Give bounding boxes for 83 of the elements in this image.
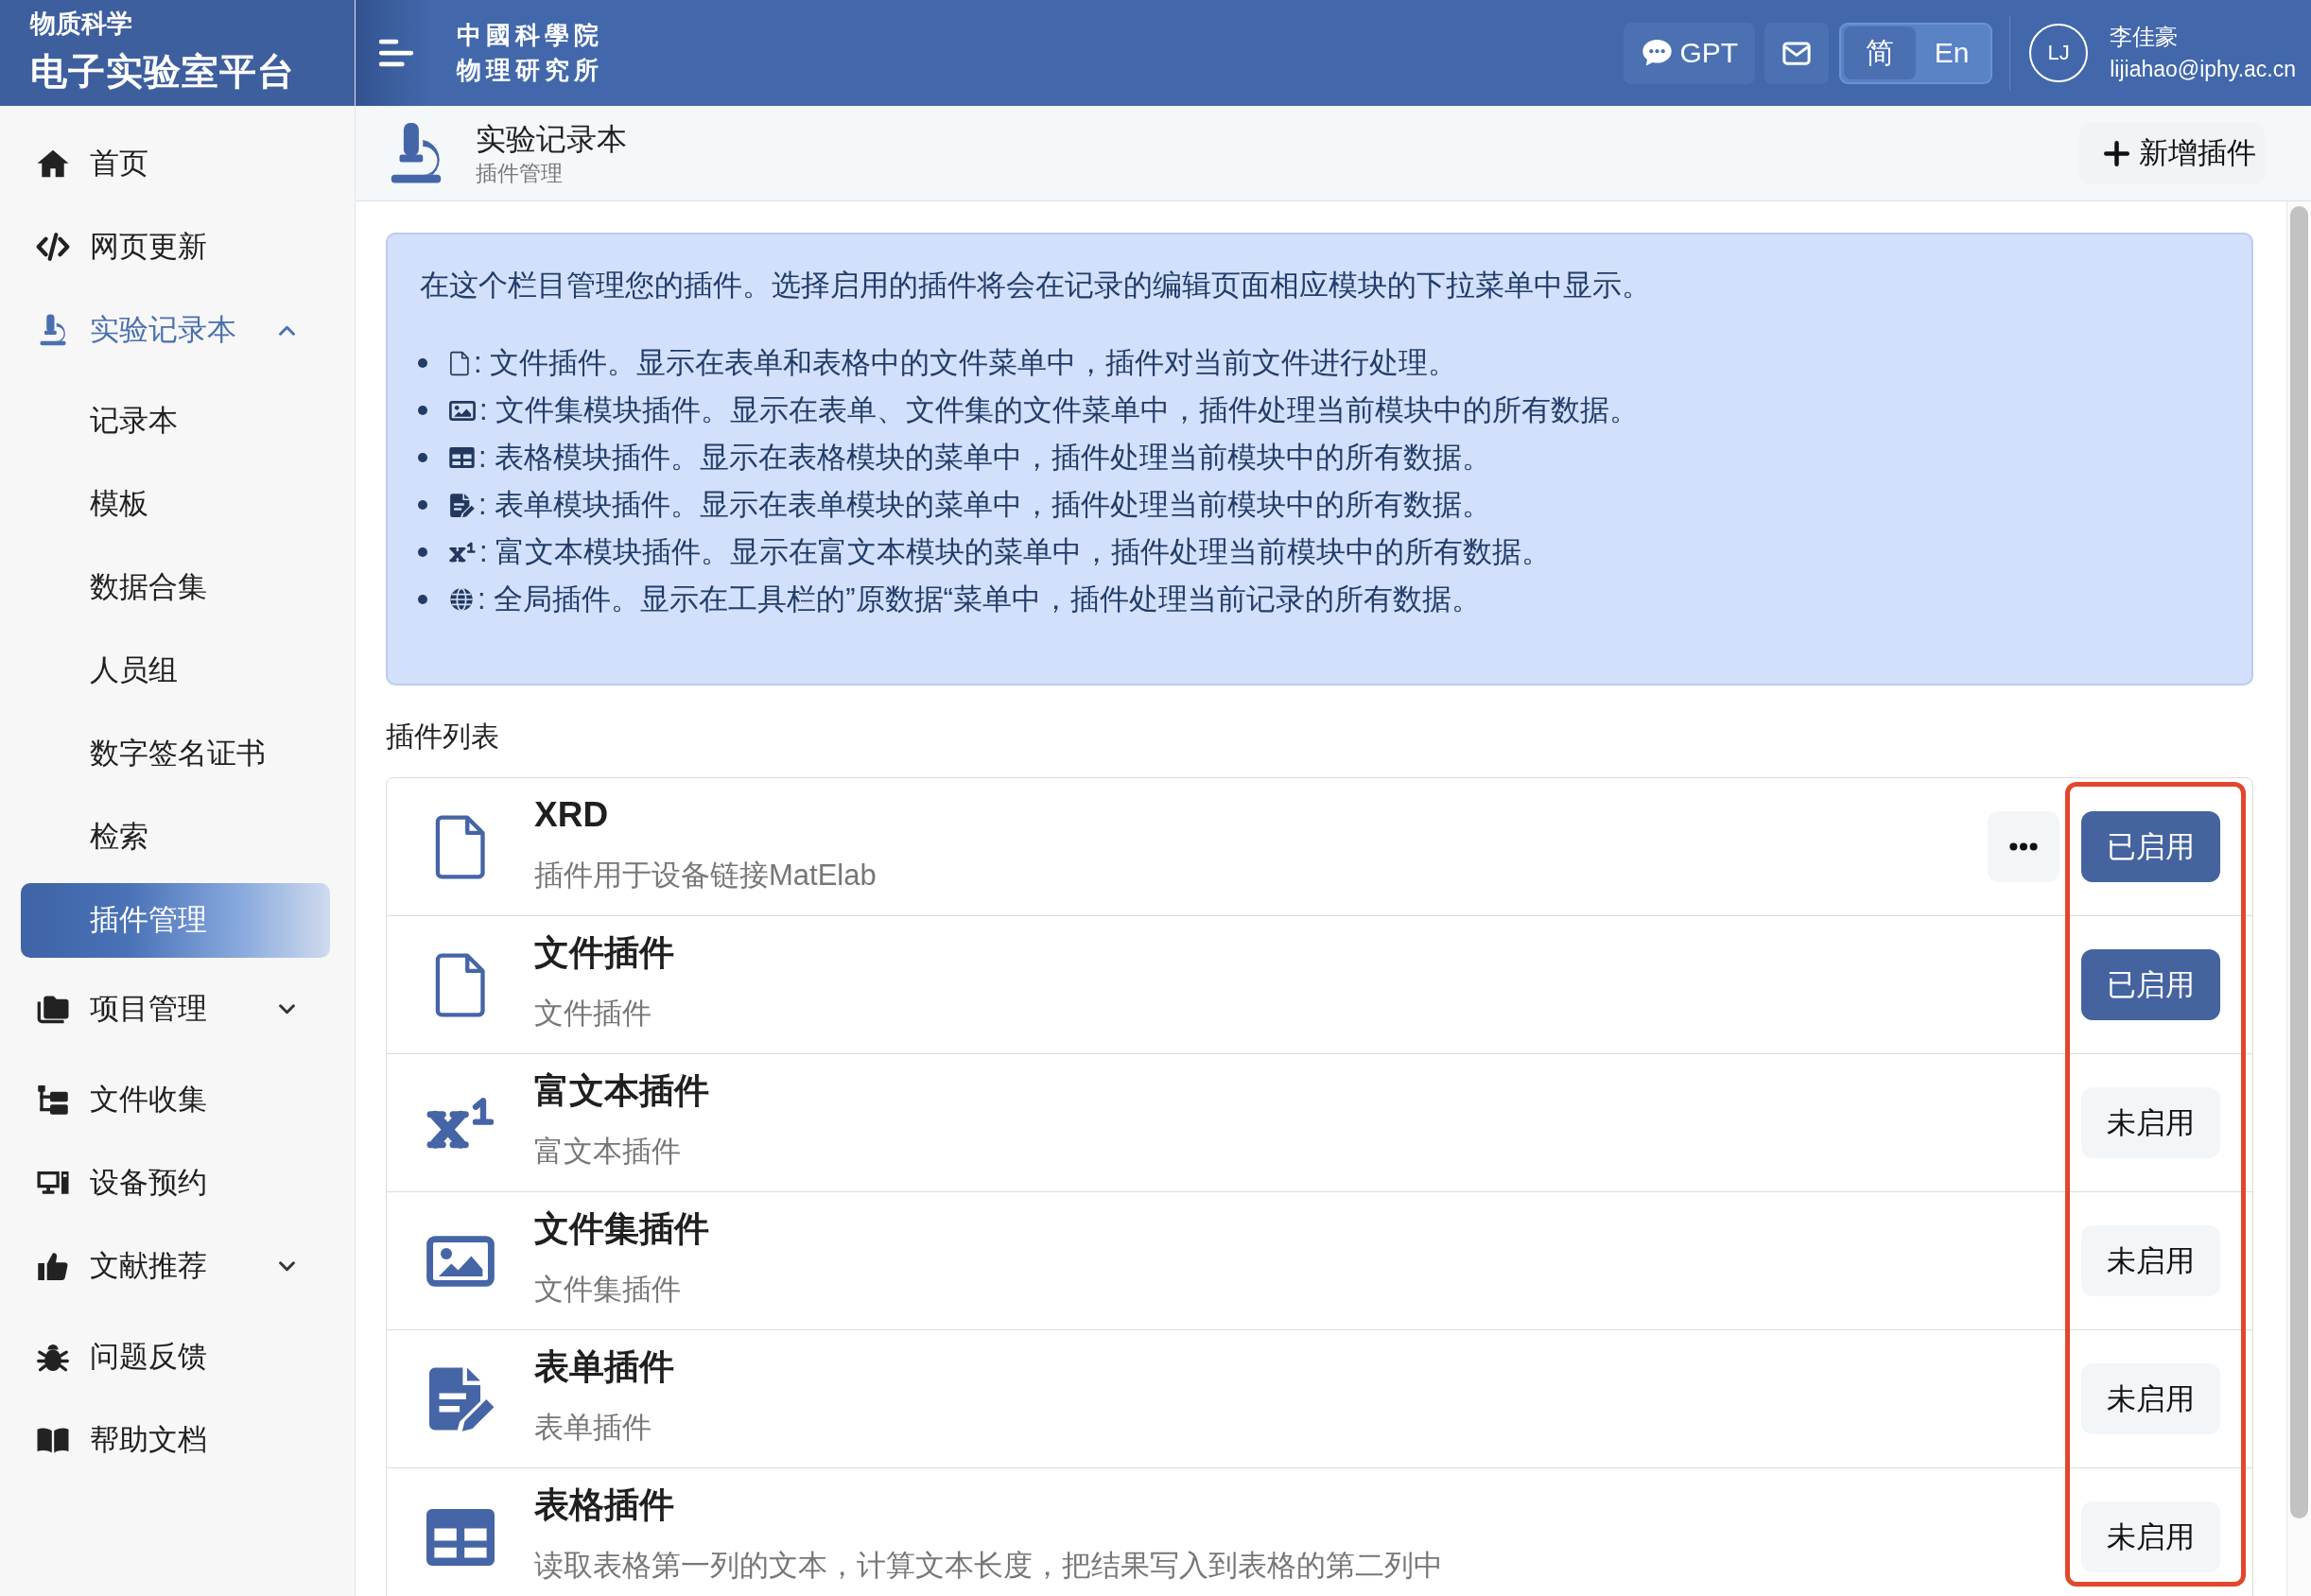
menu-icon xyxy=(378,38,414,68)
menu-button[interactable] xyxy=(378,38,414,68)
sitemap-icon xyxy=(36,1083,70,1117)
nav-item[interactable]: 数据合集 xyxy=(0,546,207,629)
status-button[interactable]: 未启用 xyxy=(2081,1363,2220,1434)
gpt-button[interactable]: GPT xyxy=(1623,22,1756,84)
nav-item[interactable]: 记录本 xyxy=(0,379,178,462)
user-email: lijiahao@iphy.ac.cn xyxy=(2110,56,2296,83)
user-avatar[interactable]: LJ xyxy=(2029,24,2089,82)
document-pen-icon xyxy=(449,492,475,518)
nav-item[interactable]: 插件管理 xyxy=(21,882,330,958)
bullet-icon xyxy=(418,358,427,368)
image-icon xyxy=(426,1235,495,1287)
info-item-text: : 表单模块插件。显示在表单模块的菜单中，插件处理当前模块中的所有数据。 xyxy=(478,487,1492,523)
bullet-icon xyxy=(418,595,427,604)
info-intro: 在这个栏目管理您的插件。选择启用的插件将会在记录的编辑页面相应模块的下拉菜单中显示。 xyxy=(419,268,1652,304)
status-button[interactable]: 未启用 xyxy=(2081,1501,2220,1572)
nav-item[interactable]: 文献推荐 xyxy=(0,1224,355,1308)
info-item-text: : 全局插件。显示在工具栏的”原数据“菜单中，插件处理当前记录的所有数据。 xyxy=(478,581,1481,617)
logo-text: 物理研究所 xyxy=(457,56,603,86)
nav-item[interactable]: 网页更新 xyxy=(0,205,207,288)
list-title: 插件列表 xyxy=(386,720,500,754)
page-subtitle: 插件管理 xyxy=(476,160,564,187)
more-icon xyxy=(2009,842,2038,851)
plus-icon xyxy=(2104,140,2129,166)
nav-item[interactable]: 文件收集 xyxy=(0,1058,207,1141)
user-name: 李佳豪 xyxy=(2110,23,2180,51)
status-button[interactable]: 未启用 xyxy=(2081,1225,2220,1296)
info-item-text: : 文件插件。显示在表单和表格中的文件菜单中，插件对当前文件进行处理。 xyxy=(474,345,1458,381)
nav-item[interactable]: 问题反馈 xyxy=(0,1315,207,1398)
envelope-icon xyxy=(1782,41,1812,65)
info-item-text: : 表格模块插件。显示在表格模块的菜单中，插件处理当前模块中的所有数据。 xyxy=(478,440,1492,476)
plugin-name: 文件插件 xyxy=(534,932,675,974)
nav-item[interactable]: 设备预约 xyxy=(0,1141,207,1224)
mail-button[interactable] xyxy=(1764,22,1830,84)
info-item-text: : 富文本模块插件。显示在富文本模块的菜单中，插件处理当前模块中的所有数据。 xyxy=(479,534,1552,570)
status-button[interactable]: 未启用 xyxy=(2081,1087,2220,1158)
more-button[interactable] xyxy=(1988,811,2059,882)
table-icon xyxy=(449,447,475,468)
plugin-description: 插件用于设备链接MatElab xyxy=(534,858,877,893)
nav-item[interactable]: 项目管理 xyxy=(0,967,355,1050)
bullet-icon xyxy=(418,547,427,557)
plugin-description: 表单插件 xyxy=(534,1410,652,1446)
status-button[interactable]: 已启用 xyxy=(2081,811,2220,882)
plugin-name: 表格插件 xyxy=(534,1484,675,1526)
brand-subtitle: 物质科学 xyxy=(30,9,133,40)
plugin-description: 文件插件 xyxy=(534,996,652,1032)
bullet-icon xyxy=(418,406,427,415)
file-icon xyxy=(449,350,470,376)
file-icon xyxy=(433,813,488,880)
nav-item[interactable]: 首页 xyxy=(0,122,148,205)
bullet-icon xyxy=(418,453,427,462)
table-icon xyxy=(426,1508,495,1566)
nav-item[interactable]: 帮助文档 xyxy=(0,1398,207,1482)
language-option[interactable]: 简 xyxy=(1844,26,1917,79)
scrollbar-thumb[interactable] xyxy=(2290,206,2308,1518)
plugin-description: 文件集插件 xyxy=(534,1272,682,1308)
plugin-description: 富文本插件 xyxy=(534,1134,682,1170)
nav-item[interactable]: 实验记录本 xyxy=(0,288,355,372)
page-title: 实验记录本 xyxy=(476,121,627,158)
plugin-name: 表单插件 xyxy=(534,1346,675,1388)
plugin-description: 读取表格第一列的文本，计算文本长度，把结果写入到表格的第二列中 xyxy=(534,1548,1444,1584)
image-icon xyxy=(449,400,476,421)
nav-item[interactable]: 检索 xyxy=(0,795,148,878)
plugin-name: XRD xyxy=(534,794,610,836)
globe-icon xyxy=(449,587,474,612)
file-icon xyxy=(433,951,488,1018)
logo-text: 中國科學院 xyxy=(457,21,603,51)
code-icon xyxy=(36,230,70,264)
plugin-name: 富文本插件 xyxy=(534,1070,710,1112)
chat-bubble-icon xyxy=(1642,39,1672,67)
bullet-icon xyxy=(418,500,427,510)
superscript-icon xyxy=(426,1096,495,1150)
language-option[interactable]: En xyxy=(1916,26,1989,79)
superscript-icon xyxy=(449,542,476,563)
status-button[interactable]: 已启用 xyxy=(2081,949,2220,1020)
plugin-name: 文件集插件 xyxy=(534,1208,710,1250)
nav-item[interactable]: 人员组 xyxy=(0,629,178,712)
nav-item[interactable]: 数字签名证书 xyxy=(0,712,266,795)
nav-item[interactable]: 模板 xyxy=(0,462,148,546)
brand-title: 电子实验室平台 xyxy=(30,50,296,94)
add-plugin-button[interactable]: 新增插件 xyxy=(2079,122,2265,184)
info-item-text: : 文件集模块插件。显示在表单、文件集的文件菜单中，插件处理当前模块中的所有数据。 xyxy=(479,392,1640,428)
